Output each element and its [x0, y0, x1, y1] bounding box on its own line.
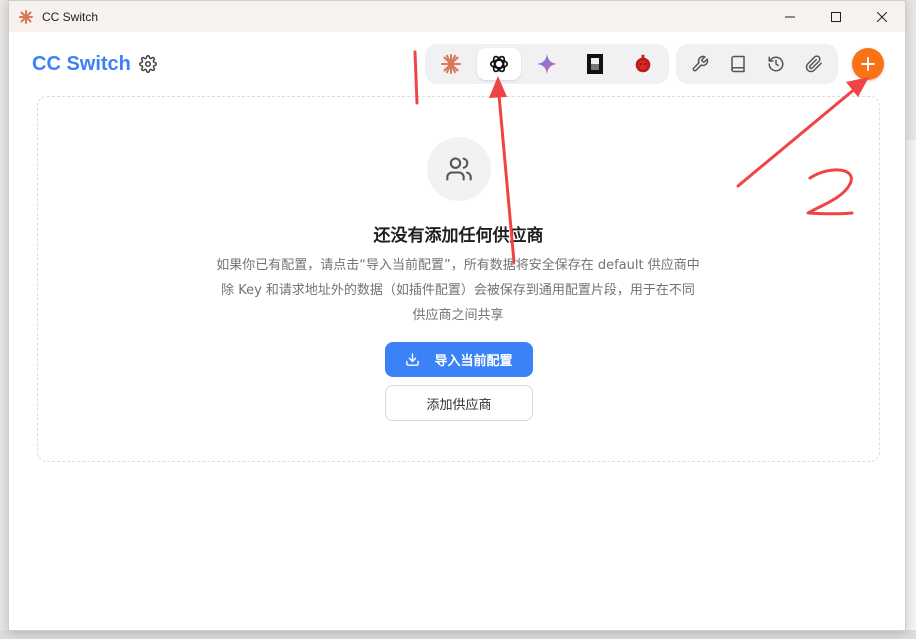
tool-group — [676, 44, 838, 84]
app-tab-gemini[interactable] — [525, 48, 569, 80]
app-window: CC Switch CC Switch 还没有添加任何供应商 如果你已有配置，请… — [8, 0, 906, 631]
users-icon — [446, 157, 472, 181]
empty-state-desc-line: 除 Key 和请求地址外的数据（如插件配置）会被保存到通用配置片段，用于在不同 — [221, 283, 695, 298]
empty-state-desc-line: 如果你已有配置，请点击“导入当前配置”，所有数据将安全保存在 default 供… — [216, 258, 700, 273]
wrench-icon — [692, 55, 709, 72]
cc-switch-logo-icon — [18, 9, 34, 25]
app-switcher — [425, 44, 669, 84]
brand-title: CC Switch — [32, 53, 131, 75]
claude-icon — [441, 54, 461, 74]
gemini-icon — [536, 53, 558, 75]
empty-state-desc-line: 供应商之间共享 — [412, 308, 504, 323]
empty-state-icon-circle — [427, 137, 491, 201]
openai-icon — [489, 55, 509, 73]
maximize-button[interactable] — [813, 1, 859, 32]
minimize-icon — [785, 16, 795, 17]
window-title: CC Switch — [42, 9, 99, 24]
book-icon — [731, 55, 745, 73]
history-button[interactable] — [758, 48, 794, 80]
tools-button[interactable] — [682, 48, 718, 80]
download-icon — [406, 353, 420, 366]
opencode-icon — [587, 54, 603, 74]
add-provider-button[interactable]: 添加供应商 — [385, 385, 533, 421]
import-current-config-button[interactable]: 导入当前配置 — [385, 342, 533, 377]
import-button-label: 导入当前配置 — [434, 354, 513, 369]
paperclip-icon — [805, 55, 822, 73]
empty-state-description: 如果你已有配置，请点击“导入当前配置”，所有数据将安全保存在 default 供… — [198, 253, 718, 328]
title-bar: CC Switch — [9, 1, 905, 32]
droid-icon — [635, 54, 651, 73]
app-header: CC Switch — [9, 32, 905, 96]
attach-button[interactable] — [796, 48, 832, 80]
background-window-edge — [905, 140, 916, 639]
minimize-button[interactable] — [767, 1, 813, 32]
window-controls — [767, 1, 905, 32]
add-provider-plus-button[interactable] — [852, 48, 884, 80]
maximize-icon — [831, 11, 841, 22]
app-tab-claude[interactable] — [429, 48, 473, 80]
empty-state-panel: 还没有添加任何供应商 如果你已有配置，请点击“导入当前配置”，所有数据将安全保存… — [37, 96, 880, 462]
history-icon — [768, 56, 784, 72]
empty-state-title: 还没有添加任何供应商 — [373, 226, 544, 246]
gear-icon[interactable] — [139, 55, 157, 73]
background-taskbar-edge — [0, 630, 916, 639]
plus-icon — [861, 57, 875, 71]
docs-button[interactable] — [720, 48, 756, 80]
app-tab-opencode[interactable] — [573, 48, 617, 80]
app-tab-codex[interactable] — [477, 48, 521, 80]
close-button[interactable] — [859, 1, 905, 32]
app-tab-droid[interactable] — [621, 48, 665, 80]
close-icon — [877, 11, 887, 22]
